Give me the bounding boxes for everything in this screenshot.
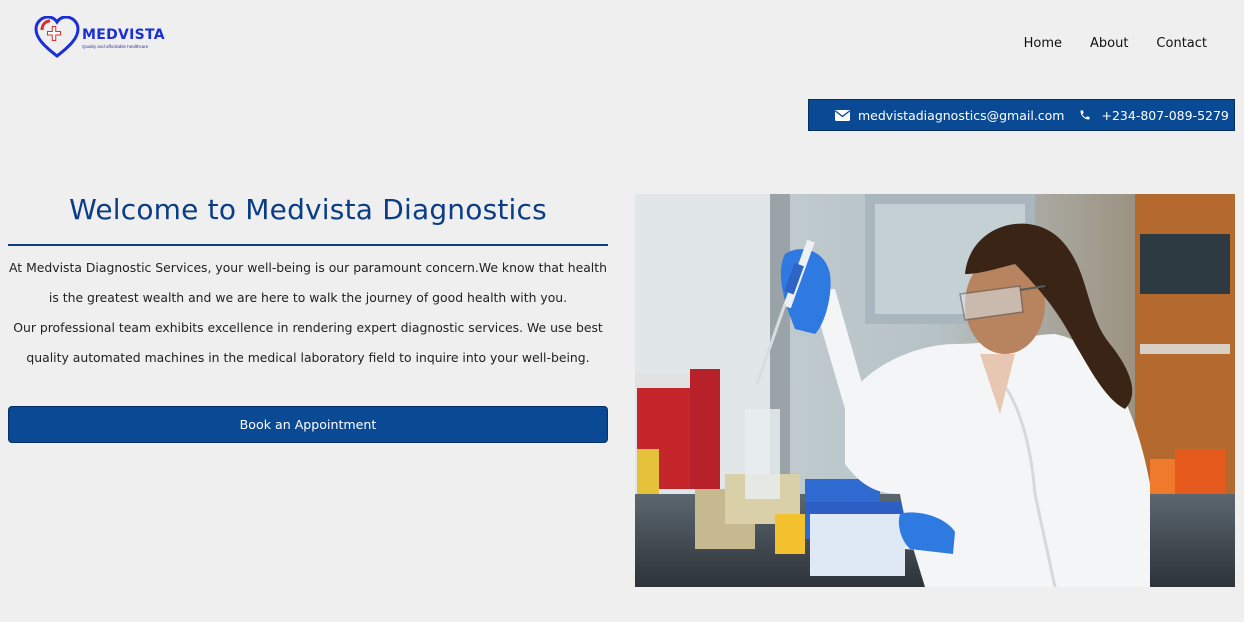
contact-bar: medvistadiagnostics@gmail.com +234-807-0… — [808, 99, 1235, 131]
hero-paragraph-2: Our professional team exhibits excellenc… — [13, 320, 603, 365]
nav-about-link[interactable]: About — [1090, 36, 1128, 51]
hero-paragraph-1: At Medvista Diagnostic Services, your we… — [9, 260, 607, 305]
book-appointment-button[interactable]: Book an Appointment — [8, 406, 608, 443]
nav-home-link[interactable]: Home — [1024, 36, 1062, 51]
logo-tagline: Quality and affordable healthcare — [82, 44, 149, 49]
email-text: medvistadiagnostics@gmail.com — [858, 107, 1065, 123]
hero-section: Welcome to Medvista Diagnostics At Medvi… — [8, 192, 608, 443]
title-divider — [8, 244, 608, 246]
phone-contact[interactable]: +234-807-089-5279 — [1077, 107, 1229, 123]
lab-scientist-image — [635, 194, 1235, 587]
phone-icon — [1077, 108, 1093, 122]
nav-contact-link[interactable]: Contact — [1156, 36, 1207, 51]
email-contact[interactable]: medvistadiagnostics@gmail.com — [834, 108, 1064, 123]
logo[interactable]: MEDVISTA Quality and affordable healthca… — [34, 15, 174, 60]
heart-cross-logo-icon — [34, 15, 80, 60]
envelope-icon — [834, 108, 850, 122]
logo-name: MEDVISTA — [82, 27, 165, 43]
main-nav: Home About Contact — [1024, 36, 1207, 51]
phone-text: +234-807-089-5279 — [1101, 107, 1229, 123]
hero-title: Welcome to Medvista Diagnostics — [69, 193, 547, 226]
